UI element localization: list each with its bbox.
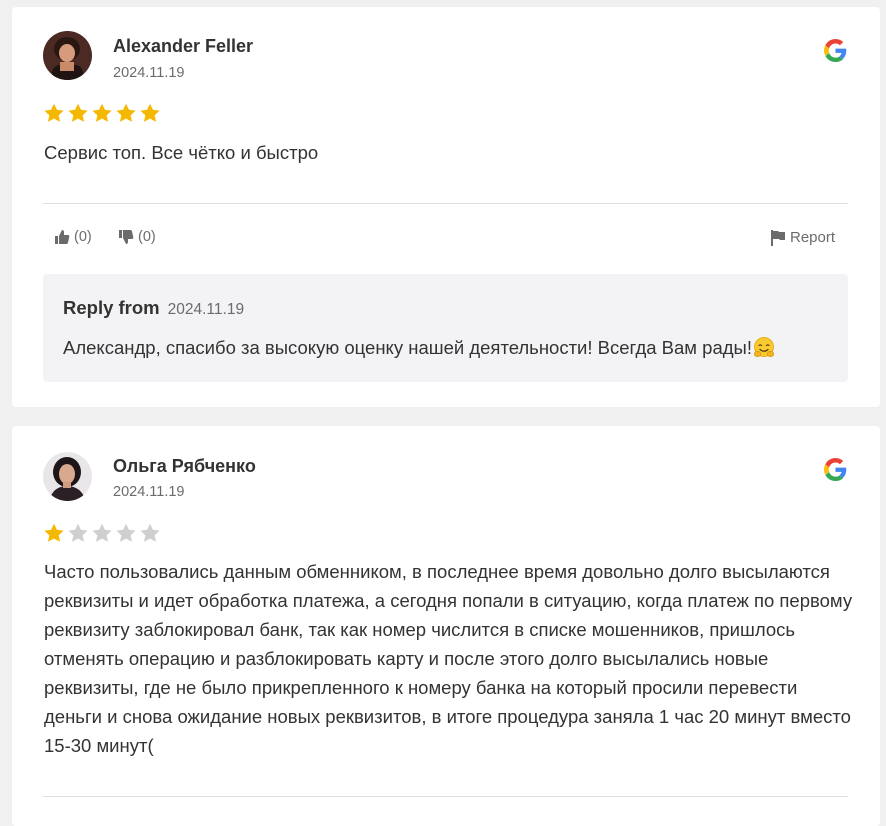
report-button[interactable]: Report xyxy=(771,229,835,246)
divider xyxy=(43,203,848,204)
reply-text: Александр, спасибо за высокую оценку наш… xyxy=(63,337,752,358)
dislike-button[interactable]: (0) xyxy=(118,229,156,245)
review-text: Часто пользовались данным обменником, в … xyxy=(44,561,853,756)
author-name: Ольга Рябченко xyxy=(113,456,256,476)
report-label: Report xyxy=(790,229,836,246)
owner-reply: Reply from 2024.11.19 Александр, спасибо… xyxy=(43,274,848,382)
star-rating xyxy=(43,522,161,544)
reply-text-line: Александр, спасибо за высокую оценку наш… xyxy=(63,337,775,359)
reply-date: 2024.11.19 xyxy=(167,301,245,318)
like-count: (0) xyxy=(74,229,92,245)
star-empty-icon xyxy=(140,523,160,542)
star-rating xyxy=(43,102,161,124)
star-filled-icon xyxy=(44,523,64,542)
star-filled-icon xyxy=(44,103,64,122)
star-filled-icon xyxy=(140,103,160,122)
star-filled-icon xyxy=(92,103,112,122)
thumbs-down-icon xyxy=(119,230,134,244)
flag-icon xyxy=(771,229,785,246)
avatar xyxy=(43,31,92,80)
review-date: 2024.11.19 xyxy=(113,484,185,500)
divider xyxy=(43,796,848,797)
hugging-face-emoji-icon xyxy=(753,337,775,357)
like-button[interactable]: (0) xyxy=(54,229,92,245)
review-card: Alexander Feller 2024.11.19 Сервис топ. … xyxy=(12,7,880,407)
review-text: Сервис топ. Все чётко и быстро xyxy=(44,142,319,163)
author-name: Alexander Feller xyxy=(113,36,254,56)
reply-header: Reply from 2024.11.19 xyxy=(63,297,244,319)
google-icon xyxy=(824,458,847,481)
dislike-count: (0) xyxy=(138,229,156,245)
review-card: Ольга Рябченко 2024.11.19 Часто пользова… xyxy=(12,426,880,826)
star-filled-icon xyxy=(116,103,136,122)
thumbs-up-icon xyxy=(55,230,70,244)
google-icon xyxy=(824,39,847,62)
star-empty-icon xyxy=(92,523,112,542)
star-empty-icon xyxy=(116,523,136,542)
star-filled-icon xyxy=(68,103,88,122)
review-date: 2024.11.19 xyxy=(113,65,185,81)
reply-from-label: Reply from xyxy=(63,297,160,318)
avatar xyxy=(43,452,92,501)
star-empty-icon xyxy=(68,523,88,542)
